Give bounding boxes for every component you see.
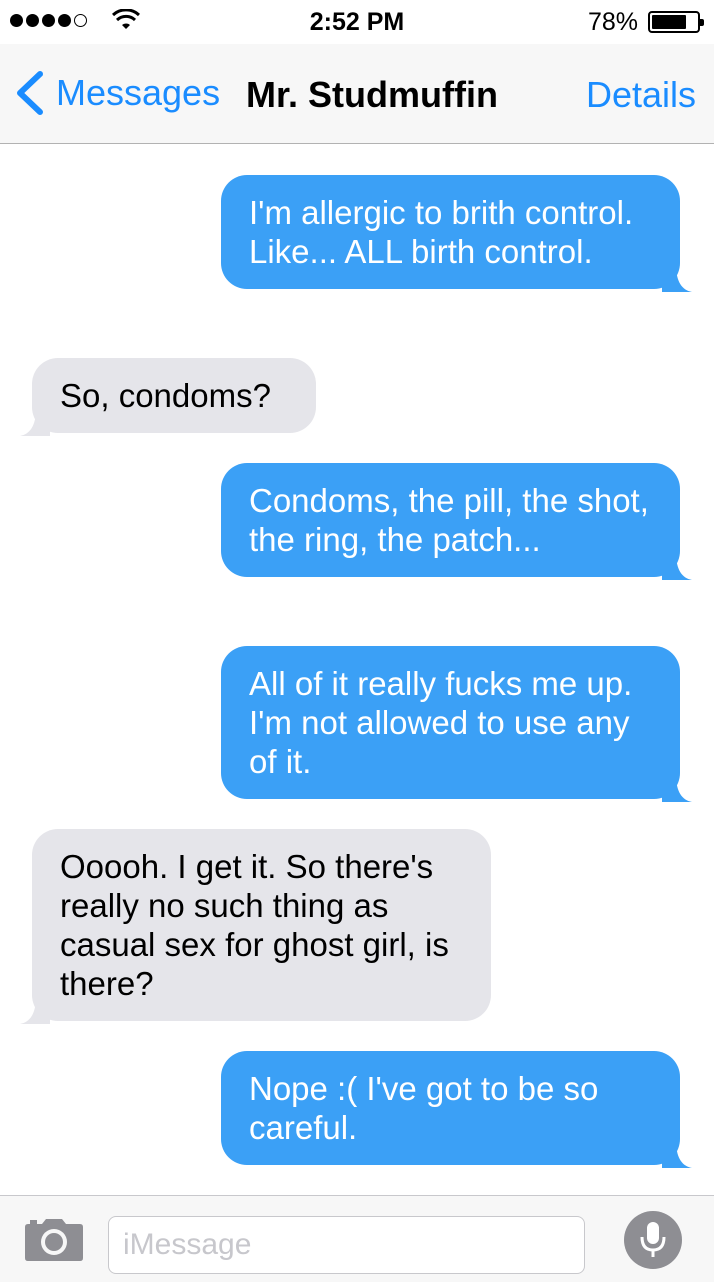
battery-percent: 78% (587, 8, 638, 36)
message-bubble-received[interactable]: Ooooh. I get it. So there's really no su… (20, 829, 491, 1024)
message-bubble-received[interactable]: So, condoms? (20, 358, 316, 436)
microphone-button[interactable] (624, 1211, 682, 1269)
battery-icon (648, 11, 704, 33)
status-bar: 2:52 PM 78% (0, 0, 714, 44)
navigation-bar: Messages Mr. Studmuffin Details (0, 44, 714, 144)
bubble-tail (662, 264, 692, 292)
message-text: All of it really fucks me up. I'm not al… (249, 665, 633, 780)
back-label: Messages (56, 72, 221, 113)
message-input[interactable] (108, 1216, 585, 1274)
camera-icon[interactable] (24, 1218, 84, 1262)
bubble-tail (20, 996, 50, 1024)
bubble-tail (662, 1140, 692, 1168)
bubble-tail (20, 408, 50, 436)
message-bubble-sent[interactable]: I'm allergic to brith control. Like... A… (221, 175, 692, 292)
message-text: So, condoms? (60, 377, 271, 414)
message-text: Nope :( I've got to be so careful. (249, 1070, 599, 1146)
composer-bar (0, 1195, 714, 1282)
message-bubble-sent[interactable]: Nope :( I've got to be so careful. (221, 1051, 692, 1168)
back-button[interactable]: Messages (12, 70, 220, 116)
message-text: I'm allergic to brith control. Like... A… (249, 194, 634, 270)
details-button[interactable]: Details (586, 74, 696, 116)
message-text: Ooooh. I get it. So there's really no su… (60, 848, 449, 1002)
message-thread[interactable]: I'm allergic to brith control. Like... A… (0, 145, 714, 1195)
conversation-title: Mr. Studmuffin (246, 74, 498, 115)
chevron-left-icon (17, 71, 43, 115)
message-text: Condoms, the pill, the shot, the ring, t… (249, 482, 649, 558)
message-bubble-sent[interactable]: Condoms, the pill, the shot, the ring, t… (221, 463, 692, 580)
bubble-tail (662, 774, 692, 802)
microphone-icon (640, 1222, 666, 1257)
bubble-tail (662, 552, 692, 580)
message-bubble-sent[interactable]: All of it really fucks me up. I'm not al… (221, 646, 692, 802)
